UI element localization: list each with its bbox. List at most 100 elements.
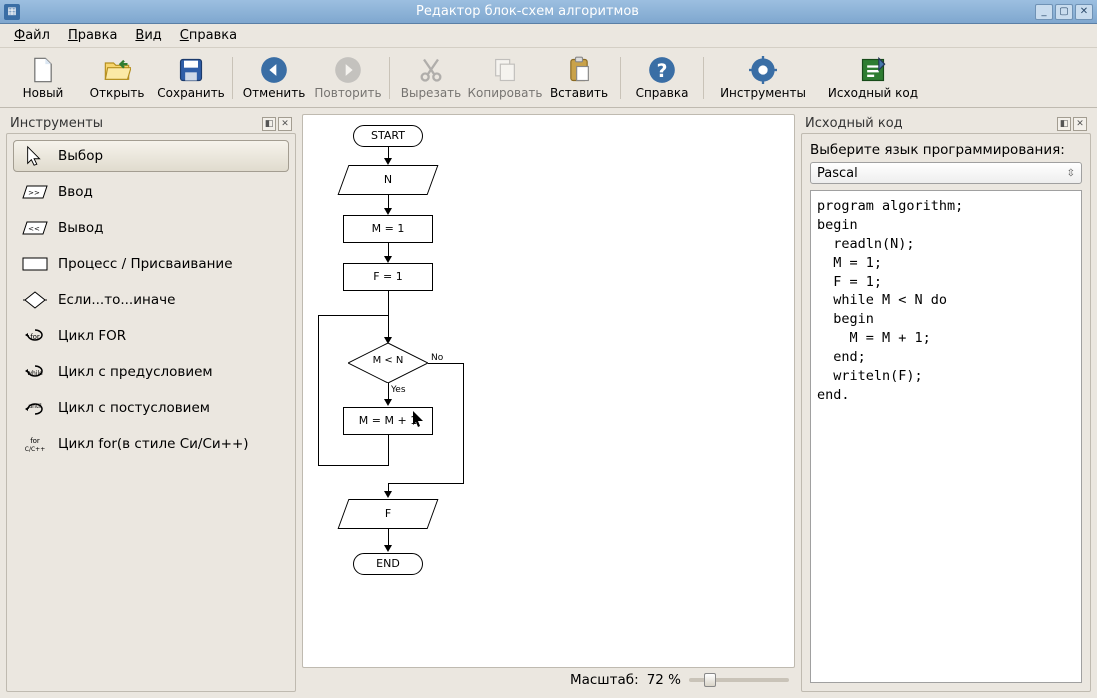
node-decision-text: M < N [348, 355, 428, 366]
maximize-button[interactable]: ▢ [1055, 4, 1073, 20]
tool-process[interactable]: Процесс / Присваивание [13, 248, 289, 280]
tool-output[interactable]: << Вывод [13, 212, 289, 244]
arrow-icon [384, 491, 392, 498]
node-end[interactable]: END [353, 553, 423, 575]
menu-edit[interactable]: Правка [60, 26, 125, 45]
file-new-icon [29, 56, 57, 84]
tool-ifelse-label: Если...то...иначе [58, 292, 175, 308]
toolbar-open-label: Открыть [90, 86, 145, 100]
connector [318, 315, 389, 316]
output-shape-icon: << [22, 219, 48, 237]
toolbar-redo: Повторить [311, 51, 385, 105]
toolbar-new[interactable]: Новый [6, 51, 80, 105]
toolbar-cut: Вырезать [394, 51, 468, 105]
toolbar-tools[interactable]: Инструменты [708, 51, 818, 105]
zoom-slider[interactable] [689, 678, 789, 682]
node-input-n-text: N [344, 166, 432, 194]
label-yes: Yes [391, 385, 406, 395]
toolbar-separator [232, 57, 233, 99]
node-start-text: START [371, 129, 405, 142]
toolbar-paste-label: Вставить [550, 86, 608, 100]
arrow-icon [384, 256, 392, 263]
svg-text:>>: >> [28, 189, 40, 197]
cursor-icon [22, 147, 48, 165]
flowchart-canvas[interactable]: START N M = 1 F = 1 [302, 114, 795, 668]
language-select-value: Pascal [817, 166, 1067, 181]
toolbar-separator [389, 57, 390, 99]
connector [463, 363, 464, 483]
connector [428, 363, 463, 364]
tool-select[interactable]: Выбор [13, 140, 289, 172]
redo-icon [334, 56, 362, 84]
process-shape-icon [22, 255, 48, 273]
svg-text:for: for [30, 437, 40, 445]
toolbar-copy: Копировать [468, 51, 542, 105]
tool-for-label: Цикл FOR [58, 328, 126, 344]
tool-while[interactable]: while Цикл с предусловием [13, 356, 289, 388]
svg-text:until: until [28, 403, 42, 410]
tools-panel-title: Инструменты [10, 116, 103, 131]
toolbar-source-label: Исходный код [828, 86, 918, 100]
main-area: Инструменты ◧ ✕ Выбор >> Ввод << [0, 108, 1097, 698]
zoom-slider-thumb[interactable] [704, 673, 716, 687]
toolbar-new-label: Новый [23, 86, 64, 100]
cut-icon [417, 56, 445, 84]
node-m1[interactable]: M = 1 [343, 215, 433, 243]
tool-cfor[interactable]: forC/C++ Цикл for(в стиле Си/Си++) [13, 428, 289, 460]
menu-file[interactable]: Файл [6, 26, 58, 45]
svg-text:?: ? [657, 61, 668, 82]
toolbar-undo-label: Отменить [243, 86, 306, 100]
toolbar-source[interactable]: Исходный код [818, 51, 928, 105]
source-panel-title: Исходный код [805, 116, 903, 131]
decision-shape-icon [22, 291, 48, 309]
panel-close-button[interactable]: ✕ [1073, 117, 1087, 131]
zoom-bar: Масштаб: 72 % [302, 668, 795, 692]
svg-text:<<: << [28, 225, 40, 233]
panel-detach-button[interactable]: ◧ [262, 117, 276, 131]
copy-icon [491, 56, 519, 84]
tool-ifelse[interactable]: Если...то...иначе [13, 284, 289, 316]
language-select[interactable]: Pascal ⇳ [810, 162, 1082, 184]
node-f1-text: F = 1 [373, 270, 403, 283]
tool-process-label: Процесс / Присваивание [58, 256, 233, 272]
toolbar-save-label: Сохранить [157, 86, 225, 100]
undo-icon [260, 56, 288, 84]
source-code-area[interactable]: program algorithm; begin readln(N); M = … [810, 190, 1082, 683]
node-input-n[interactable]: N [338, 165, 439, 195]
panel-close-button[interactable]: ✕ [278, 117, 292, 131]
toolbar-copy-label: Копировать [468, 86, 543, 100]
toolbar-save[interactable]: Сохранить [154, 51, 228, 105]
source-panel: Исходный код ◧ ✕ Выберите язык программи… [801, 114, 1091, 692]
toolbar-help-label: Справка [636, 86, 689, 100]
tool-until[interactable]: until Цикл с постусловием [13, 392, 289, 424]
cfor-loop-icon: forC/C++ [22, 435, 48, 453]
node-start[interactable]: START [353, 125, 423, 147]
tool-while-label: Цикл с предусловием [58, 364, 213, 380]
toolbar-open[interactable]: Открыть [80, 51, 154, 105]
for-loop-icon: for [22, 327, 48, 345]
save-icon [177, 56, 205, 84]
folder-open-icon [103, 56, 131, 84]
while-loop-icon: while [22, 363, 48, 381]
node-f1[interactable]: F = 1 [343, 263, 433, 291]
toolbar-separator [620, 57, 621, 99]
tools-panel-body: Выбор >> Ввод << Вывод Процесс / Присваи… [6, 133, 296, 692]
menu-help[interactable]: Справка [172, 26, 245, 45]
toolbar-paste[interactable]: Вставить [542, 51, 616, 105]
minimize-button[interactable]: _ [1035, 4, 1053, 20]
node-decision[interactable]: M < N [348, 343, 428, 383]
node-output-f-text: F [344, 500, 432, 528]
toolbar-undo[interactable]: Отменить [237, 51, 311, 105]
menu-view[interactable]: Вид [127, 26, 169, 45]
tool-for[interactable]: for Цикл FOR [13, 320, 289, 352]
canvas-panel: START N M = 1 F = 1 [302, 114, 795, 692]
arrow-icon [384, 208, 392, 215]
node-output-f[interactable]: F [338, 499, 439, 529]
label-no: No [431, 353, 443, 363]
panel-detach-button[interactable]: ◧ [1057, 117, 1071, 131]
toolbar-redo-label: Повторить [314, 86, 381, 100]
tool-input[interactable]: >> Ввод [13, 176, 289, 208]
toolbar-help[interactable]: ? Справка [625, 51, 699, 105]
close-button[interactable]: ✕ [1075, 4, 1093, 20]
zoom-label: Масштаб: [570, 672, 639, 688]
